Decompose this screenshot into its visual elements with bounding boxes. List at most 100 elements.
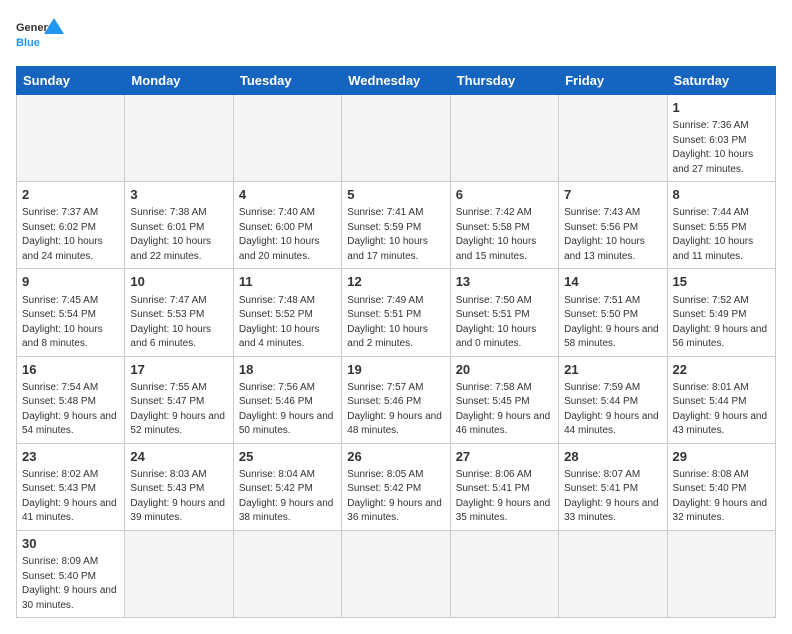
day-number: 26 (347, 448, 444, 466)
svg-text:Blue: Blue (16, 37, 40, 49)
calendar-cell (125, 95, 233, 182)
calendar-cell (559, 95, 667, 182)
day-number: 19 (347, 361, 444, 379)
calendar-cell: 6Sunrise: 7:42 AMSunset: 5:58 PMDaylight… (450, 182, 558, 269)
day-info: Sunrise: 7:50 AMSunset: 5:51 PMDaylight:… (456, 294, 553, 352)
day-number: 23 (22, 448, 119, 466)
page-header: General Blue (16, 16, 776, 56)
day-info: Sunrise: 7:44 AMSunset: 5:55 PMDaylight:… (673, 206, 770, 264)
day-info: Sunrise: 8:06 AMSunset: 5:41 PMDaylight:… (456, 468, 553, 526)
day-info: Sunrise: 7:38 AMSunset: 6:01 PMDaylight:… (130, 206, 227, 264)
calendar-cell: 18Sunrise: 7:56 AMSunset: 5:46 PMDayligh… (233, 356, 341, 443)
weekday-header: Wednesday (342, 67, 450, 95)
day-info: Sunrise: 7:56 AMSunset: 5:46 PMDaylight:… (239, 381, 336, 439)
calendar-cell: 7 Sunrise: 7:43 AMSunset: 5:56 PMDaylight… (559, 182, 667, 269)
calendar-cell (125, 530, 233, 617)
weekday-header: Friday (559, 67, 667, 95)
calendar-cell (667, 530, 775, 617)
weekday-header: Saturday (667, 67, 775, 95)
day-number: 24 (130, 448, 227, 466)
day-number: 7 (564, 186, 661, 204)
calendar-week-row: 9 Sunrise: 7:45 AMSunset: 5:54 PMDaylight… (17, 269, 776, 356)
day-number: 20 (456, 361, 553, 379)
calendar-cell: 14 Sunrise: 7:51 AMSunset: 5:50 PMDayligh… (559, 269, 667, 356)
day-number: 12 (347, 273, 444, 291)
calendar-cell: 21 Sunrise: 7:59 AMSunset: 5:44 PMDayligh… (559, 356, 667, 443)
calendar-cell (559, 530, 667, 617)
logo-svg: General Blue (16, 16, 66, 56)
calendar-cell: 15 Sunrise: 7:52 AMSunset: 5:49 PMDayligh… (667, 269, 775, 356)
day-info: Sunrise: 7:45 AMSunset: 5:54 PMDaylight:… (22, 294, 119, 352)
logo: General Blue (16, 16, 66, 56)
calendar-cell: 10 Sunrise: 7:47 AMSunset: 5:53 PMDayligh… (125, 269, 233, 356)
day-info: Sunrise: 8:02 AMSunset: 5:43 PMDaylight:… (22, 468, 119, 526)
day-number: 2 (22, 186, 119, 204)
calendar-week-row: 30 Sunrise: 8:09 AMSunset: 5:40 PMDayligh… (17, 530, 776, 617)
day-number: 1 (673, 99, 770, 117)
day-number: 29 (673, 448, 770, 466)
day-number: 11 (239, 273, 336, 291)
day-info: Sunrise: 8:03 AMSunset: 5:43 PMDaylight:… (130, 468, 227, 526)
day-number: 22 (673, 361, 770, 379)
weekday-header: Thursday (450, 67, 558, 95)
day-info: Sunrise: 7:43 AMSunset: 5:56 PMDaylight:… (564, 206, 661, 264)
calendar-week-row: 23 Sunrise: 8:02 AMSunset: 5:43 PMDayligh… (17, 443, 776, 530)
day-number: 10 (130, 273, 227, 291)
calendar-cell: 16Sunrise: 7:54 AMSunset: 5:48 PMDayligh… (17, 356, 125, 443)
day-info: Sunrise: 8:09 AMSunset: 5:40 PMDaylight:… (22, 555, 119, 613)
day-number: 17 (130, 361, 227, 379)
calendar-cell: 25 Sunrise: 8:04 AMSunset: 5:42 PMDayligh… (233, 443, 341, 530)
day-number: 8 (673, 186, 770, 204)
calendar-cell: 24 Sunrise: 8:03 AMSunset: 5:43 PMDayligh… (125, 443, 233, 530)
calendar-cell (342, 95, 450, 182)
calendar-table: SundayMondayTuesdayWednesdayThursdayFrid… (16, 66, 776, 618)
day-info: Sunrise: 7:36 AMSunset: 6:03 PMDaylight:… (673, 119, 770, 177)
calendar-cell: 1 Sunrise: 7:36 AMSunset: 6:03 PMDaylight… (667, 95, 775, 182)
calendar-cell: 4Sunrise: 7:40 AMSunset: 6:00 PMDaylight… (233, 182, 341, 269)
day-number: 30 (22, 535, 119, 553)
day-number: 9 (22, 273, 119, 291)
calendar-cell: 13 Sunrise: 7:50 AMSunset: 5:51 PMDayligh… (450, 269, 558, 356)
calendar-cell: 3Sunrise: 7:38 AMSunset: 6:01 PMDaylight… (125, 182, 233, 269)
day-info: Sunrise: 7:47 AMSunset: 5:53 PMDaylight:… (130, 294, 227, 352)
day-info: Sunrise: 7:41 AMSunset: 5:59 PMDaylight:… (347, 206, 444, 264)
calendar-cell: 11Sunrise: 7:48 AMSunset: 5:52 PMDayligh… (233, 269, 341, 356)
calendar-cell (17, 95, 125, 182)
day-info: Sunrise: 8:05 AMSunset: 5:42 PMDaylight:… (347, 468, 444, 526)
day-info: Sunrise: 7:55 AMSunset: 5:47 PMDaylight:… (130, 381, 227, 439)
day-info: Sunrise: 8:08 AMSunset: 5:40 PMDaylight:… (673, 468, 770, 526)
calendar-cell: 12Sunrise: 7:49 AMSunset: 5:51 PMDayligh… (342, 269, 450, 356)
calendar-cell: 29 Sunrise: 8:08 AMSunset: 5:40 PMDayligh… (667, 443, 775, 530)
day-info: Sunrise: 7:40 AMSunset: 6:00 PMDaylight:… (239, 206, 336, 264)
day-info: Sunrise: 8:01 AMSunset: 5:44 PMDaylight:… (673, 381, 770, 439)
day-info: Sunrise: 7:52 AMSunset: 5:49 PMDaylight:… (673, 294, 770, 352)
day-number: 16 (22, 361, 119, 379)
day-info: Sunrise: 7:57 AMSunset: 5:46 PMDaylight:… (347, 381, 444, 439)
day-info: Sunrise: 7:59 AMSunset: 5:44 PMDaylight:… (564, 381, 661, 439)
day-number: 28 (564, 448, 661, 466)
calendar-cell: 9 Sunrise: 7:45 AMSunset: 5:54 PMDaylight… (17, 269, 125, 356)
day-info: Sunrise: 8:04 AMSunset: 5:42 PMDaylight:… (239, 468, 336, 526)
calendar-cell (450, 95, 558, 182)
calendar-cell: 20Sunrise: 7:58 AMSunset: 5:45 PMDayligh… (450, 356, 558, 443)
calendar-cell: 5Sunrise: 7:41 AMSunset: 5:59 PMDaylight… (342, 182, 450, 269)
calendar-cell: 27 Sunrise: 8:06 AMSunset: 5:41 PMDayligh… (450, 443, 558, 530)
calendar-cell: 2Sunrise: 7:37 AMSunset: 6:02 PMDaylight… (17, 182, 125, 269)
calendar-cell: 22 Sunrise: 8:01 AMSunset: 5:44 PMDayligh… (667, 356, 775, 443)
weekday-header: Sunday (17, 67, 125, 95)
day-info: Sunrise: 7:51 AMSunset: 5:50 PMDaylight:… (564, 294, 661, 352)
calendar-cell (233, 95, 341, 182)
day-number: 27 (456, 448, 553, 466)
calendar-cell (233, 530, 341, 617)
calendar-cell (342, 530, 450, 617)
day-number: 13 (456, 273, 553, 291)
calendar-week-row: 16Sunrise: 7:54 AMSunset: 5:48 PMDayligh… (17, 356, 776, 443)
calendar-week-row: 2Sunrise: 7:37 AMSunset: 6:02 PMDaylight… (17, 182, 776, 269)
weekday-header: Monday (125, 67, 233, 95)
calendar-cell: 8 Sunrise: 7:44 AMSunset: 5:55 PMDaylight… (667, 182, 775, 269)
day-number: 14 (564, 273, 661, 291)
day-number: 15 (673, 273, 770, 291)
day-number: 21 (564, 361, 661, 379)
calendar-cell: 19 Sunrise: 7:57 AMSunset: 5:46 PMDayligh… (342, 356, 450, 443)
day-number: 25 (239, 448, 336, 466)
